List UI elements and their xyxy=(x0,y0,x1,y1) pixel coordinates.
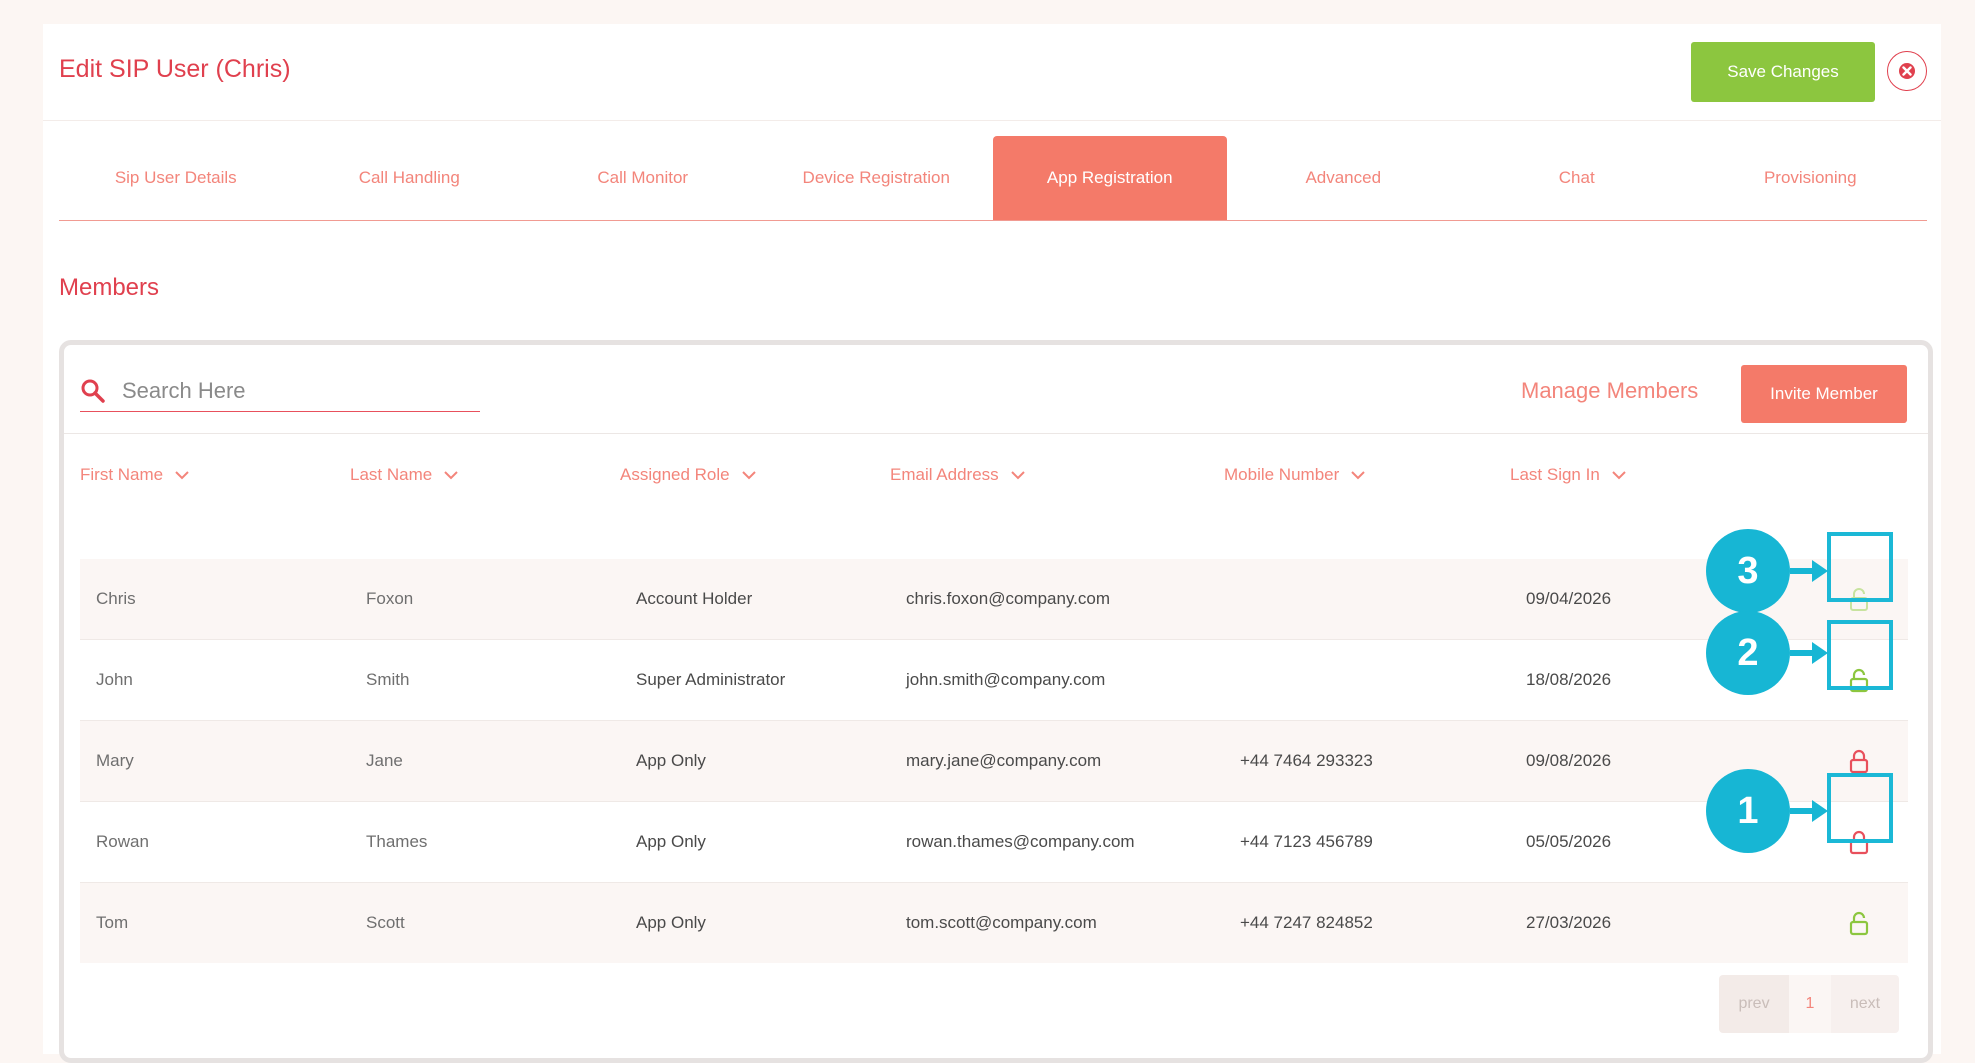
lock-icon[interactable] xyxy=(1845,747,1873,775)
last-name-cell: Smith xyxy=(366,670,410,689)
last-name-cell: Thames xyxy=(366,832,428,851)
search-icon xyxy=(81,379,105,403)
chevron-down-icon xyxy=(741,471,756,480)
pagination: prev 1 next xyxy=(1719,975,1899,1033)
callout-number: 2 xyxy=(1706,611,1790,695)
table-row[interactable]: Mary Jane App Only mary.jane@company.com… xyxy=(80,721,1908,802)
column-last-sign-in[interactable]: Last Sign In xyxy=(1510,465,1626,485)
column-label: First Name xyxy=(80,465,164,484)
callout-3: 3 xyxy=(1706,529,1830,613)
tab-device-registration[interactable]: Device Registration xyxy=(760,136,994,220)
column-label: Mobile Number xyxy=(1224,465,1340,484)
tab-provisioning[interactable]: Provisioning xyxy=(1694,136,1928,220)
lock-highlight-box xyxy=(1827,773,1893,843)
invite-member-button[interactable]: Invite Member xyxy=(1741,365,1907,423)
header: Edit SIP User (Chris) Save Changes xyxy=(43,24,1941,121)
last-sign-in-cell: 09/08/2026 xyxy=(1526,751,1612,770)
first-name-cell: Rowan xyxy=(96,832,149,851)
prev-page-button[interactable]: prev xyxy=(1719,975,1789,1033)
column-last-name[interactable]: Last Name xyxy=(350,465,458,485)
chevron-down-icon xyxy=(1612,471,1626,480)
members-table-body: Chris Foxon Account Holder chris.foxon@c… xyxy=(80,559,1908,963)
role-cell: App Only xyxy=(636,751,706,770)
last-sign-in-cell: 27/03/2026 xyxy=(1526,913,1612,932)
manage-members-link[interactable]: Manage Members xyxy=(1521,378,1698,404)
close-icon xyxy=(1899,63,1915,79)
last-sign-in-cell: 18/08/2026 xyxy=(1526,670,1612,689)
tab-call-handling[interactable]: Call Handling xyxy=(293,136,527,220)
mobile-cell: +44 7123 456789 xyxy=(1240,832,1373,851)
arrow-right-icon xyxy=(1790,642,1828,664)
chevron-down-icon xyxy=(1010,471,1025,480)
email-cell: john.smith@company.com xyxy=(906,670,1106,689)
last-sign-in-cell: 05/05/2026 xyxy=(1526,832,1612,851)
first-name-cell: Mary xyxy=(96,751,134,770)
last-sign-in-cell: 09/04/2026 xyxy=(1526,589,1612,608)
arrow-right-icon xyxy=(1790,560,1828,582)
column-label: Last Sign In xyxy=(1510,465,1600,484)
table-row[interactable]: Rowan Thames App Only rowan.thames@compa… xyxy=(80,802,1908,883)
last-name-cell: Foxon xyxy=(366,589,414,608)
column-email-address[interactable]: Email Address xyxy=(890,465,1025,485)
callout-2: 2 xyxy=(1706,611,1830,695)
lock-highlight-box xyxy=(1827,532,1893,602)
mobile-cell: +44 7247 824852 xyxy=(1240,913,1373,932)
table-header: First Name Last Name Assigned Role Email… xyxy=(80,465,1908,505)
search-box xyxy=(80,371,480,412)
unlock-icon[interactable] xyxy=(1845,909,1873,937)
lock-highlight-box xyxy=(1827,620,1893,690)
role-cell: App Only xyxy=(636,832,706,851)
tab-chat[interactable]: Chat xyxy=(1460,136,1694,220)
table-row[interactable]: Tom Scott App Only tom.scott@company.com… xyxy=(80,883,1908,963)
last-name-cell: Jane xyxy=(366,751,403,770)
chevron-down-icon xyxy=(444,471,458,480)
members-toolbar: Manage Members Invite Member xyxy=(64,345,1928,434)
email-cell: rowan.thames@company.com xyxy=(906,832,1135,851)
page-number-button[interactable]: 1 xyxy=(1789,975,1831,1033)
tab-app-registration[interactable]: App Registration xyxy=(993,136,1227,220)
column-assigned-role[interactable]: Assigned Role xyxy=(620,465,756,485)
column-label: Email Address xyxy=(890,465,999,484)
role-cell: Account Holder xyxy=(636,589,753,608)
table-row[interactable]: John Smith Super Administrator john.smit… xyxy=(80,640,1908,721)
members-heading: Members xyxy=(59,274,160,301)
first-name-cell: Tom xyxy=(96,913,129,932)
members-card: Manage Members Invite Member First Name … xyxy=(59,340,1933,1063)
save-changes-button[interactable]: Save Changes xyxy=(1691,42,1875,102)
callout-1: 1 xyxy=(1706,769,1830,853)
role-cell: Super Administrator xyxy=(636,670,786,689)
search-input[interactable] xyxy=(120,377,464,405)
first-name-cell: John xyxy=(96,670,133,689)
callout-number: 3 xyxy=(1706,529,1790,613)
tab-bar: Sip User Details Call Handling Call Moni… xyxy=(59,136,1927,221)
column-label: Assigned Role xyxy=(620,465,730,484)
chevron-down-icon xyxy=(1351,471,1365,480)
column-label: Last Name xyxy=(350,465,433,484)
last-name-cell: Scott xyxy=(366,913,405,932)
tab-call-monitor[interactable]: Call Monitor xyxy=(526,136,760,220)
tab-advanced[interactable]: Advanced xyxy=(1227,136,1461,220)
column-first-name[interactable]: First Name xyxy=(80,465,189,485)
first-name-cell: Chris xyxy=(96,589,136,608)
mobile-cell: +44 7464 293323 xyxy=(1240,751,1373,770)
next-page-button[interactable]: next xyxy=(1831,975,1899,1033)
email-cell: chris.foxon@company.com xyxy=(906,589,1111,608)
chevron-down-icon xyxy=(175,471,189,480)
edit-sip-user-panel: Edit SIP User (Chris) Save Changes Sip U… xyxy=(43,24,1941,1063)
role-cell: App Only xyxy=(636,913,706,932)
tab-sip-user-details[interactable]: Sip User Details xyxy=(59,136,293,220)
column-mobile-number[interactable]: Mobile Number xyxy=(1224,465,1365,485)
email-cell: mary.jane@company.com xyxy=(906,751,1102,770)
table-row[interactable]: Chris Foxon Account Holder chris.foxon@c… xyxy=(80,559,1908,640)
close-button[interactable] xyxy=(1887,51,1927,91)
arrow-right-icon xyxy=(1790,800,1828,822)
page-title: Edit SIP User (Chris) xyxy=(59,55,291,83)
callout-number: 1 xyxy=(1706,769,1790,853)
email-cell: tom.scott@company.com xyxy=(906,913,1097,932)
